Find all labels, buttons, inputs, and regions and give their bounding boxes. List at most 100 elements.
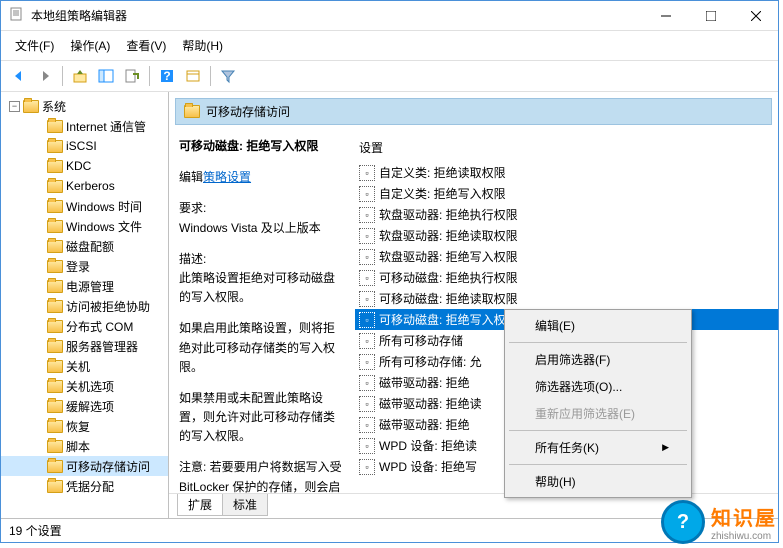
tree-item[interactable]: 磁盘配额	[1, 236, 168, 256]
tree-item-label: Internet 通信管	[66, 118, 146, 135]
policy-icon: ▫	[359, 165, 375, 181]
tree-item[interactable]: 关机选项	[1, 376, 168, 396]
filter-button[interactable]	[216, 64, 240, 88]
folder-icon	[47, 240, 63, 253]
setting-label: 软盘驱动器: 拒绝写入权限	[379, 248, 518, 265]
setting-label: WPD 设备: 拒绝读	[379, 437, 477, 454]
tree-item[interactable]: 分布式 COM	[1, 316, 168, 336]
show-hide-tree-button[interactable]	[94, 64, 118, 88]
tree-item-label: 访问被拒绝协助	[66, 298, 150, 315]
policy-icon: ▫	[359, 249, 375, 265]
tree-item[interactable]: 缓解选项	[1, 396, 168, 416]
folder-icon	[23, 100, 39, 113]
ctx-reapply-filter: 重新应用筛选器(E)	[507, 400, 689, 427]
folder-icon	[47, 380, 63, 393]
policy-icon: ▫	[359, 270, 375, 286]
tree-item[interactable]: 电源管理	[1, 276, 168, 296]
edit-policy-link[interactable]: 策略设置	[203, 170, 251, 184]
tree-item[interactable]: 服务器管理器	[1, 336, 168, 356]
up-button[interactable]	[68, 64, 92, 88]
ctx-all-tasks[interactable]: 所有任务(K)▶	[507, 434, 689, 461]
tree-item[interactable]: Windows 文件	[1, 216, 168, 236]
folder-icon	[47, 360, 63, 373]
tree-item[interactable]: 登录	[1, 256, 168, 276]
setting-item[interactable]: ▫可移动磁盘: 拒绝读取权限	[355, 288, 778, 309]
tree-item-label: 关机	[66, 358, 90, 375]
watermark-badge: ?	[661, 500, 705, 544]
setting-item[interactable]: ▫自定义类: 拒绝读取权限	[355, 162, 778, 183]
desc-para3: 如果禁用或未配置此策略设置，则允许对此可移动存储类的写入权限。	[179, 389, 343, 447]
policy-icon: ▫	[359, 459, 375, 475]
tree-item-label: 缓解选项	[66, 398, 114, 415]
tree-item-label: 关机选项	[66, 378, 114, 395]
edit-prefix: 编辑	[179, 170, 203, 184]
menu-view[interactable]: 查看(V)	[120, 35, 172, 56]
policy-icon: ▫	[359, 186, 375, 202]
policy-icon: ▫	[359, 312, 375, 328]
setting-item[interactable]: ▫软盘驱动器: 拒绝执行权限	[355, 204, 778, 225]
folder-icon	[47, 180, 63, 193]
description-panel: 可移动磁盘: 拒绝写入权限 编辑策略设置 要求: Windows Vista 及…	[169, 129, 351, 493]
tree-item-label: 服务器管理器	[66, 338, 138, 355]
tab-extended[interactable]: 扩展	[177, 494, 223, 516]
panel-header: 可移动存储访问	[175, 98, 772, 125]
folder-icon	[47, 480, 63, 493]
tree-item[interactable]: Windows 时间	[1, 196, 168, 216]
menu-action[interactable]: 操作(A)	[64, 35, 116, 56]
maximize-button[interactable]	[688, 1, 733, 30]
folder-icon	[47, 220, 63, 233]
policy-icon: ▫	[359, 417, 375, 433]
back-button[interactable]	[7, 64, 31, 88]
tree-item[interactable]: 恢复	[1, 416, 168, 436]
forward-button[interactable]	[33, 64, 57, 88]
policy-icon: ▫	[359, 375, 375, 391]
app-icon	[9, 6, 25, 25]
watermark: ? 知识屋 zhishiwu.com	[661, 500, 777, 544]
setting-label: 磁带驱动器: 拒绝	[379, 374, 470, 391]
tree-item[interactable]: 脚本	[1, 436, 168, 456]
tree-item[interactable]: KDC	[1, 156, 168, 176]
desc-body: 此策略设置拒绝对可移动磁盘的写入权限。	[179, 269, 343, 307]
policy-icon: ▫	[359, 291, 375, 307]
ctx-filter-options[interactable]: 筛选器选项(O)...	[507, 373, 689, 400]
titlebar: 本地组策略编辑器	[1, 1, 778, 31]
svg-text:?: ?	[163, 69, 170, 83]
tree-item[interactable]: 关机	[1, 356, 168, 376]
ctx-edit[interactable]: 编辑(E)	[507, 312, 689, 339]
menu-file[interactable]: 文件(F)	[9, 35, 60, 56]
tree-item[interactable]: iSCSI	[1, 136, 168, 156]
properties-button[interactable]	[181, 64, 205, 88]
folder-icon	[47, 200, 63, 213]
tree-item[interactable]: 可移动存储访问	[1, 456, 168, 476]
desc-para2: 如果启用此策略设置，则将拒绝对此可移动存储类的写入权限。	[179, 319, 343, 377]
policy-title: 可移动磁盘: 拒绝写入权限	[179, 137, 343, 156]
setting-item[interactable]: ▫可移动磁盘: 拒绝执行权限	[355, 267, 778, 288]
setting-label: 可移动磁盘: 拒绝执行权限	[379, 269, 518, 286]
panel-title: 可移动存储访问	[206, 103, 290, 120]
tree-root[interactable]: − 系统	[1, 96, 168, 116]
folder-icon	[47, 340, 63, 353]
window-title: 本地组策略编辑器	[31, 7, 127, 24]
policy-icon: ▫	[359, 228, 375, 244]
tree-item[interactable]: Internet 通信管	[1, 116, 168, 136]
tree-item[interactable]: 凭据分配	[1, 476, 168, 496]
tab-standard[interactable]: 标准	[222, 494, 268, 516]
close-button[interactable]	[733, 1, 778, 30]
ctx-help[interactable]: 帮助(H)	[507, 468, 689, 495]
folder-icon	[47, 400, 63, 413]
collapse-icon[interactable]: −	[9, 101, 20, 112]
tree-item[interactable]: 访问被拒绝协助	[1, 296, 168, 316]
help-button[interactable]: ?	[155, 64, 179, 88]
tree-panel[interactable]: − 系统 Internet 通信管iSCSIKDC Kerberos Windows…	[1, 92, 169, 518]
menu-help[interactable]: 帮助(H)	[176, 35, 229, 56]
tree-item[interactable]: Kerberos	[1, 176, 168, 196]
setting-item[interactable]: ▫软盘驱动器: 拒绝写入权限	[355, 246, 778, 267]
desc-label: 描述:	[179, 250, 343, 269]
export-button[interactable]	[120, 64, 144, 88]
setting-item[interactable]: ▫自定义类: 拒绝写入权限	[355, 183, 778, 204]
tree-item-label: Kerberos	[66, 179, 115, 193]
policy-icon: ▫	[359, 396, 375, 412]
minimize-button[interactable]	[643, 1, 688, 30]
ctx-enable-filter[interactable]: 启用筛选器(F)	[507, 346, 689, 373]
setting-item[interactable]: ▫软盘驱动器: 拒绝读取权限	[355, 225, 778, 246]
